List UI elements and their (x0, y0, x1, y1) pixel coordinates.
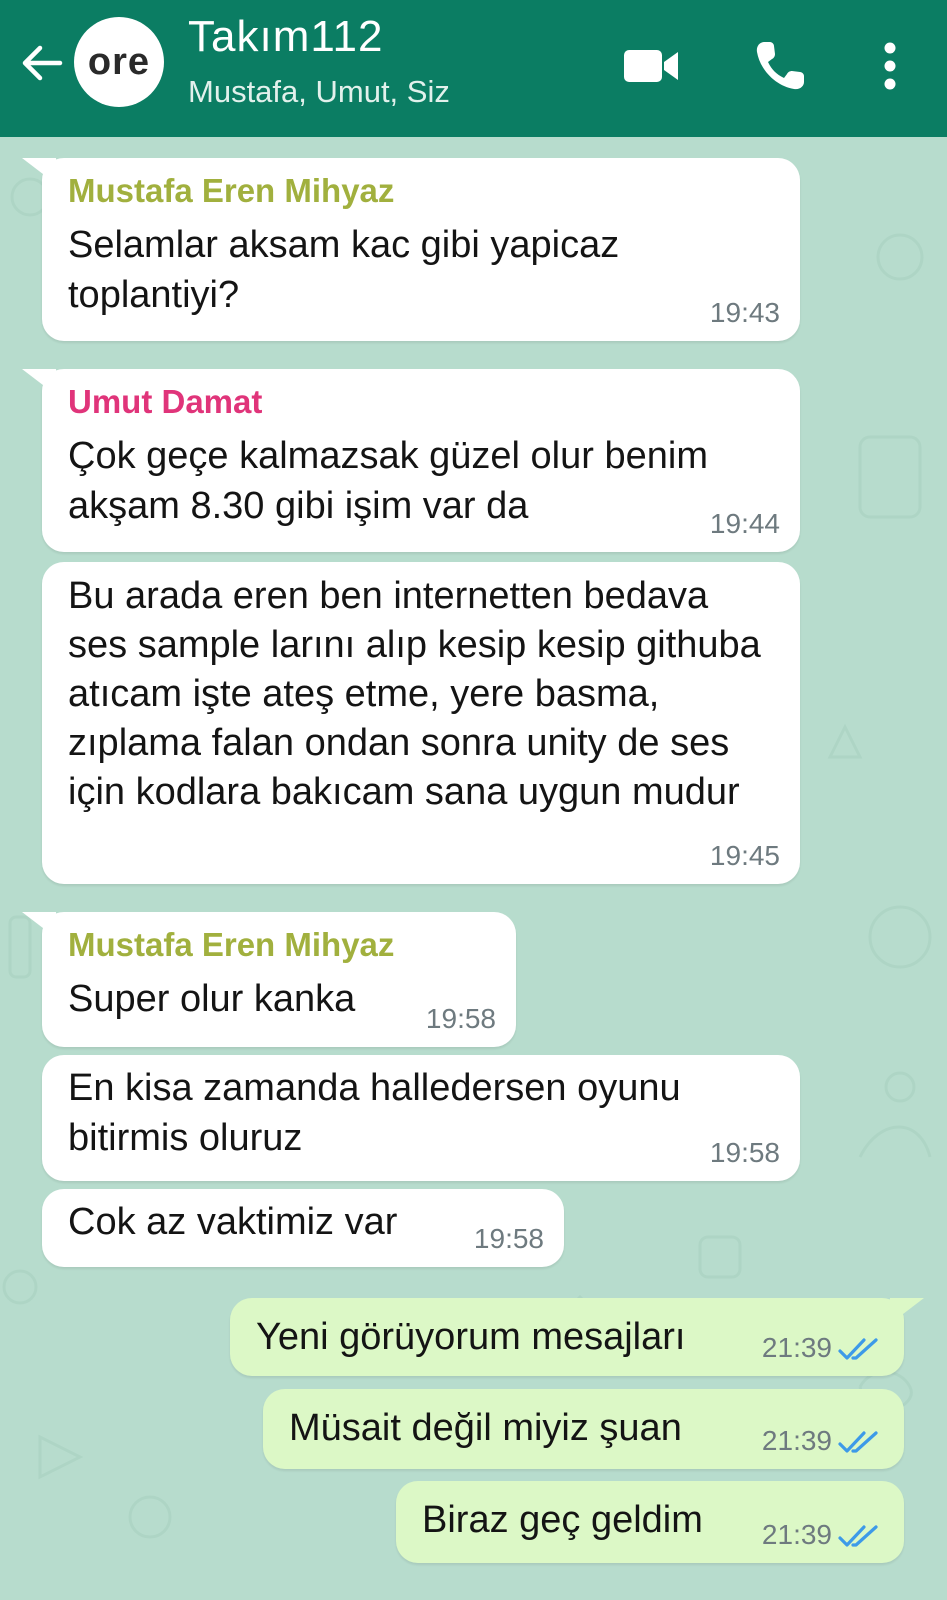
bubble-tail (890, 1298, 924, 1324)
message-text: Selamlar aksam kac gibi yapicaz toplanti… (68, 224, 620, 316)
message-bubble[interactable]: Mustafa Eren Mihyaz Selamlar aksam kac g… (22, 158, 800, 341)
chat-members[interactable]: Mustafa, Umut, Siz (188, 74, 450, 110)
outgoing-message-bubble[interactable]: Biraz geç geldim 21:39 (396, 1481, 904, 1563)
message-time: 21:39 (761, 1332, 832, 1363)
message-text: Cok az vaktimiz var (68, 1201, 398, 1243)
chat-title[interactable]: Takım112 (188, 12, 384, 62)
message-time: 21:39 (761, 1519, 832, 1550)
sender-name[interactable]: Mustafa Eren Mihyaz (68, 172, 774, 210)
message-time-status: 21:39 (762, 1332, 880, 1364)
sender-name[interactable]: Mustafa Eren Mihyaz (68, 926, 490, 964)
message-time-status: 21:39 (762, 1519, 880, 1551)
chat-header: ore Takım112 Mustafa, Umut, Siz (0, 0, 947, 137)
video-call-icon[interactable] (622, 36, 682, 96)
message-time: 19:58 (709, 1137, 780, 1168)
message-time: 19:58 (425, 1003, 496, 1034)
message-time: 19:44 (709, 508, 780, 539)
read-ticks-icon (838, 1525, 878, 1547)
bubble-tail (22, 912, 56, 938)
bubble-tail (22, 369, 56, 395)
read-ticks-icon (838, 1431, 878, 1453)
message-bubble[interactable]: Bu arada eren ben internetten bedava ses… (42, 562, 800, 884)
outgoing-message-bubble[interactable]: Yeni görüyorum mesajları 21:39 (230, 1298, 924, 1376)
message-bubble[interactable]: Cok az vaktimiz var 19:58 (42, 1189, 564, 1267)
message-bubble[interactable]: Mustafa Eren Mihyaz Super olur kanka 19:… (22, 912, 516, 1047)
outgoing-message-bubble[interactable]: Müsait değil miyiz şuan 21:39 (263, 1389, 904, 1469)
sender-name[interactable]: Umut Damat (68, 383, 774, 421)
group-avatar[interactable]: ore (74, 17, 164, 107)
message-text: Çok geçe kalmazsak güzel olur benim akşa… (68, 435, 708, 527)
message-text: Bu arada eren ben internetten bedava ses… (68, 575, 761, 813)
message-list[interactable]: Mustafa Eren Mihyaz Selamlar aksam kac g… (0, 137, 947, 1600)
message-time: 19:43 (709, 297, 780, 328)
message-bubble[interactable]: Umut Damat Çok geçe kalmazsak güzel olur… (22, 369, 800, 552)
message-bubble[interactable]: En kisa zamanda halledersen oyunu bitirm… (42, 1055, 800, 1181)
phone-icon[interactable] (750, 36, 810, 96)
bubble-tail (22, 158, 56, 184)
read-ticks-icon (838, 1338, 878, 1360)
message-time: 19:45 (709, 840, 780, 871)
message-time: 21:39 (761, 1425, 832, 1456)
message-time: 19:58 (473, 1223, 544, 1254)
message-time-status: 21:39 (762, 1425, 880, 1457)
more-vert-icon[interactable] (860, 36, 920, 96)
back-arrow-icon[interactable] (18, 40, 64, 86)
message-text: En kisa zamanda halledersen oyunu bitirm… (68, 1067, 681, 1159)
